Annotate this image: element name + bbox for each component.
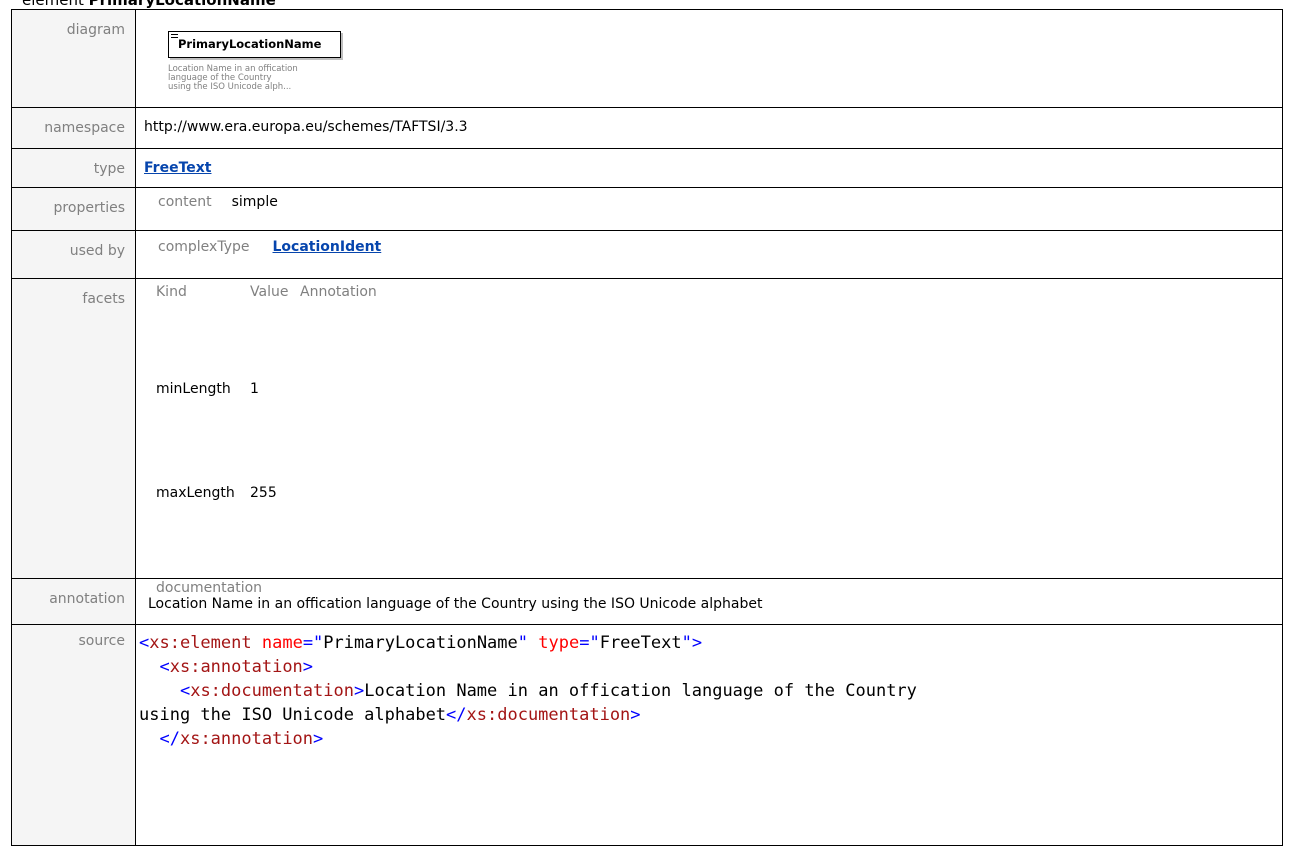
type-row: type FreeText xyxy=(11,148,1283,188)
source-cell: <xs:element name="PrimaryLocationName" t… xyxy=(135,624,1283,846)
element-diagram-box[interactable]: PrimaryLocationName xyxy=(168,31,341,58)
namespace-row: namespace http://www.era.europa.eu/schem… xyxy=(11,107,1283,149)
type-label: type xyxy=(11,148,136,188)
used-by-table: complexType LocationIdent xyxy=(146,234,381,278)
used-by-row: used by complexType LocationIdent xyxy=(11,230,1283,279)
facet-value: 255 xyxy=(250,485,277,501)
facet-annotation xyxy=(300,377,377,474)
diagram-cell: PrimaryLocationName Location Name in an … xyxy=(135,9,1283,108)
namespace-label: namespace xyxy=(11,107,136,149)
facets-header-value: Value xyxy=(250,284,289,300)
facet-row: maxLength 255 xyxy=(146,474,377,578)
facets-row: facets Kind Value Annotation minLength 1… xyxy=(11,278,1283,579)
facets-cell: Kind Value Annotation minLength 1 maxLen… xyxy=(135,278,1283,579)
property-value: simple xyxy=(231,194,278,210)
diagram-element-name: PrimaryLocationName xyxy=(178,37,322,51)
facet-kind: minLength xyxy=(156,381,231,397)
properties-label: properties xyxy=(11,187,136,231)
element-icon xyxy=(171,34,178,41)
diagram-doc-line: using the ISO Unicode alph... xyxy=(168,82,292,92)
facet-annotation xyxy=(300,474,377,578)
annotation-row: annotation documentation Location Name i… xyxy=(11,578,1283,625)
namespace-value: http://www.era.europa.eu/schemes/TAFTSI/… xyxy=(144,119,468,135)
annotation-label: annotation xyxy=(11,578,136,625)
diagram-documentation: Location Name in an offication language … xyxy=(168,65,368,92)
element-doc-table: diagram PrimaryLocationName Location Nam… xyxy=(11,9,1283,846)
annotation-kind: documentation xyxy=(156,580,263,596)
facets-label: facets xyxy=(11,278,136,579)
used-by-link[interactable]: LocationIdent xyxy=(273,239,382,255)
facets-header-row: Kind Value Annotation xyxy=(146,282,377,377)
diagram-row: diagram PrimaryLocationName Location Nam… xyxy=(11,9,1283,108)
properties-row: properties content simple xyxy=(11,187,1283,231)
facets-table: Kind Value Annotation minLength 1 maxLen… xyxy=(146,282,377,578)
facets-header-kind: Kind xyxy=(156,284,187,300)
property-key: content xyxy=(158,194,212,210)
facet-value: 1 xyxy=(250,381,259,397)
source-label: source xyxy=(11,624,136,846)
type-cell: FreeText xyxy=(135,148,1283,188)
facets-header-annotation: Annotation xyxy=(300,284,377,300)
annotation-cell: documentation Location Name in an offica… xyxy=(135,578,1283,625)
used-by-cell: complexType LocationIdent xyxy=(135,230,1283,279)
namespace-cell: http://www.era.europa.eu/schemes/TAFTSI/… xyxy=(135,107,1283,149)
used-by-label: used by xyxy=(11,230,136,279)
source-row: source <xs:element name="PrimaryLocation… xyxy=(11,624,1283,846)
facet-row: minLength 1 xyxy=(146,377,377,474)
title-element-name: PrimaryLocationName xyxy=(88,0,276,9)
title-prefix: element xyxy=(22,0,84,9)
properties-table: content simple xyxy=(146,191,278,230)
facet-kind: maxLength xyxy=(156,485,235,501)
used-by-kind: complexType xyxy=(158,239,250,255)
diagram-label: diagram xyxy=(11,9,136,108)
annotation-text: Location Name in an offication language … xyxy=(148,596,763,612)
type-link[interactable]: FreeText xyxy=(144,160,211,176)
properties-cell: content simple xyxy=(135,187,1283,231)
source-code: <xs:element name="PrimaryLocationName" t… xyxy=(139,633,917,749)
